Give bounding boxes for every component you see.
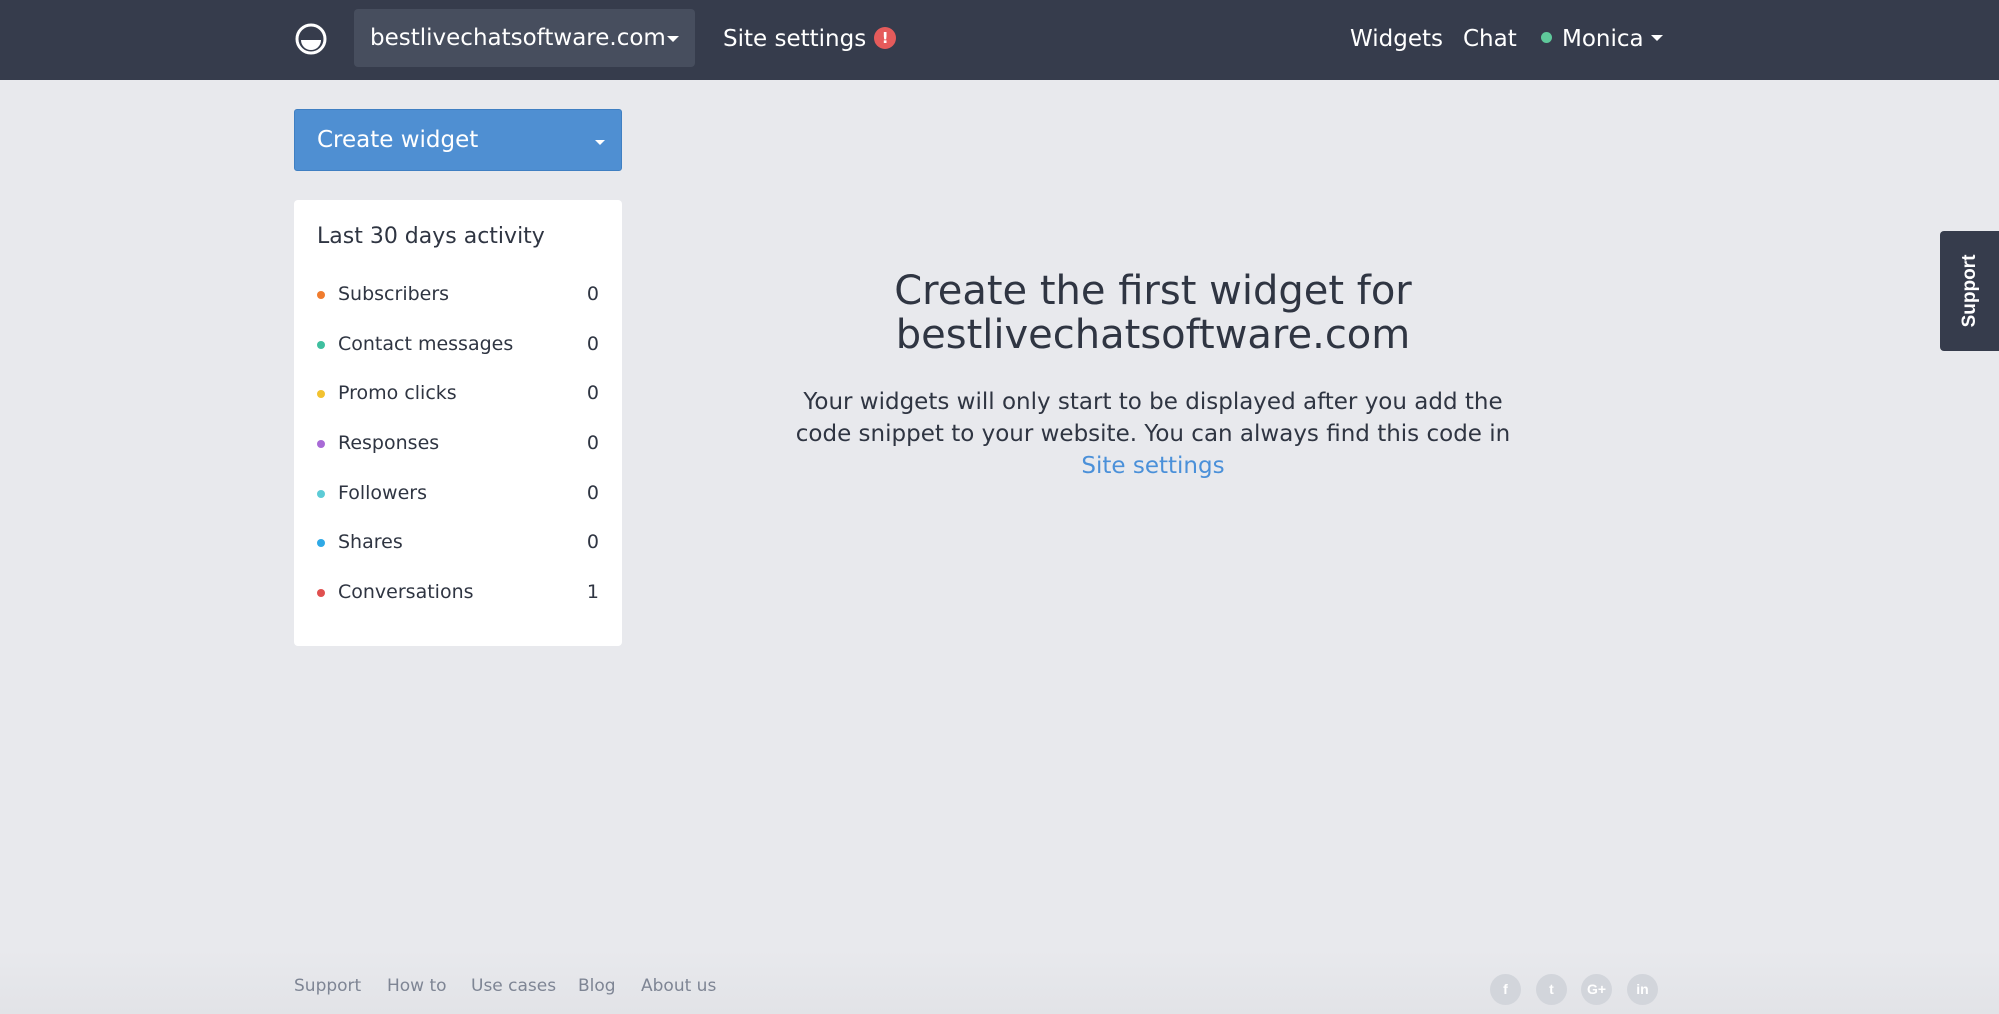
- google-plus-icon[interactable]: G+: [1581, 974, 1612, 1005]
- nav-chat[interactable]: Chat: [1463, 0, 1517, 80]
- stat-value: 0: [586, 432, 599, 454]
- empty-state-text: Your widgets will only start to be displ…: [780, 386, 1526, 482]
- footer-link-use-cases[interactable]: Use cases: [471, 976, 556, 996]
- site-settings-label: Site settings: [723, 26, 867, 52]
- stat-value: 0: [586, 283, 599, 305]
- create-widget-button[interactable]: Create widget: [294, 109, 622, 171]
- stat-row: Shares 0: [317, 527, 599, 557]
- stat-label: Promo clicks: [338, 382, 457, 404]
- linkedin-icon[interactable]: in: [1627, 974, 1658, 1005]
- stat-value: 0: [586, 482, 599, 504]
- stat-value: 0: [586, 531, 599, 553]
- stat-label: Subscribers: [338, 283, 450, 305]
- twitter-icon[interactable]: t: [1536, 974, 1567, 1005]
- stat-label: Responses: [338, 432, 440, 454]
- empty-state-title-line1: Create the first widget for: [894, 268, 1412, 314]
- stat-value: 0: [586, 382, 599, 404]
- stat-label: Conversations: [338, 581, 474, 603]
- chevron-down-icon: [595, 140, 605, 145]
- stat-row: Promo clicks 0: [317, 378, 599, 408]
- stat-row: Followers 0: [317, 478, 599, 508]
- stat-label: Followers: [338, 482, 427, 504]
- site-selector[interactable]: bestlivechatsoftware.com: [354, 9, 695, 67]
- footer-link-blog[interactable]: Blog: [578, 976, 616, 996]
- stat-row: Conversations 1: [317, 577, 599, 607]
- empty-state-description: Your widgets will only start to be displ…: [795, 389, 1511, 447]
- bullet-icon: [317, 291, 325, 299]
- bullet-icon: [317, 341, 325, 349]
- footer-link-how-to[interactable]: How to: [387, 976, 447, 996]
- top-navbar: bestlivechatsoftware.com Site settings! …: [0, 0, 1999, 80]
- stat-label: Contact messages: [338, 333, 514, 355]
- alert-icon: !: [874, 26, 897, 49]
- bullet-icon: [317, 390, 325, 398]
- stat-row: Responses 0: [317, 428, 599, 458]
- support-tab[interactable]: Support: [1940, 231, 1999, 351]
- activity-card: Last 30 days activity Subscribers 0 Cont…: [294, 200, 622, 646]
- stat-row: Subscribers 0: [317, 279, 599, 309]
- empty-state-title: Create the first widget for bestlivechat…: [780, 269, 1526, 357]
- logo-icon[interactable]: [294, 22, 328, 56]
- user-menu[interactable]: Monica: [1541, 0, 1663, 80]
- stat-value: 1: [586, 581, 599, 603]
- online-status-icon: [1541, 32, 1552, 43]
- create-widget-label: Create widget: [317, 127, 479, 153]
- facebook-icon[interactable]: f: [1490, 974, 1521, 1005]
- site-settings-text-link[interactable]: Site settings: [1081, 453, 1224, 479]
- bullet-icon: [317, 440, 325, 448]
- stat-label: Shares: [338, 531, 403, 553]
- bullet-icon: [317, 539, 325, 547]
- bullet-icon: [317, 490, 325, 498]
- site-selector-label: bestlivechatsoftware.com: [370, 25, 666, 51]
- activity-card-title: Last 30 days activity: [317, 224, 545, 249]
- chevron-down-icon: [667, 36, 679, 42]
- stat-value: 0: [586, 333, 599, 355]
- user-name: Monica: [1562, 26, 1644, 52]
- empty-state-title-line2: bestlivechatsoftware.com: [895, 312, 1411, 358]
- chevron-down-icon: [1650, 34, 1663, 41]
- support-tab-label: Support: [1958, 254, 1980, 328]
- footer-link-about-us[interactable]: About us: [641, 976, 716, 996]
- nav-widgets[interactable]: Widgets: [1350, 0, 1443, 80]
- stat-row: Contact messages 0: [317, 329, 599, 359]
- footer-link-support[interactable]: Support: [294, 976, 361, 996]
- bullet-icon: [317, 589, 325, 597]
- site-settings-link[interactable]: Site settings!: [723, 0, 897, 80]
